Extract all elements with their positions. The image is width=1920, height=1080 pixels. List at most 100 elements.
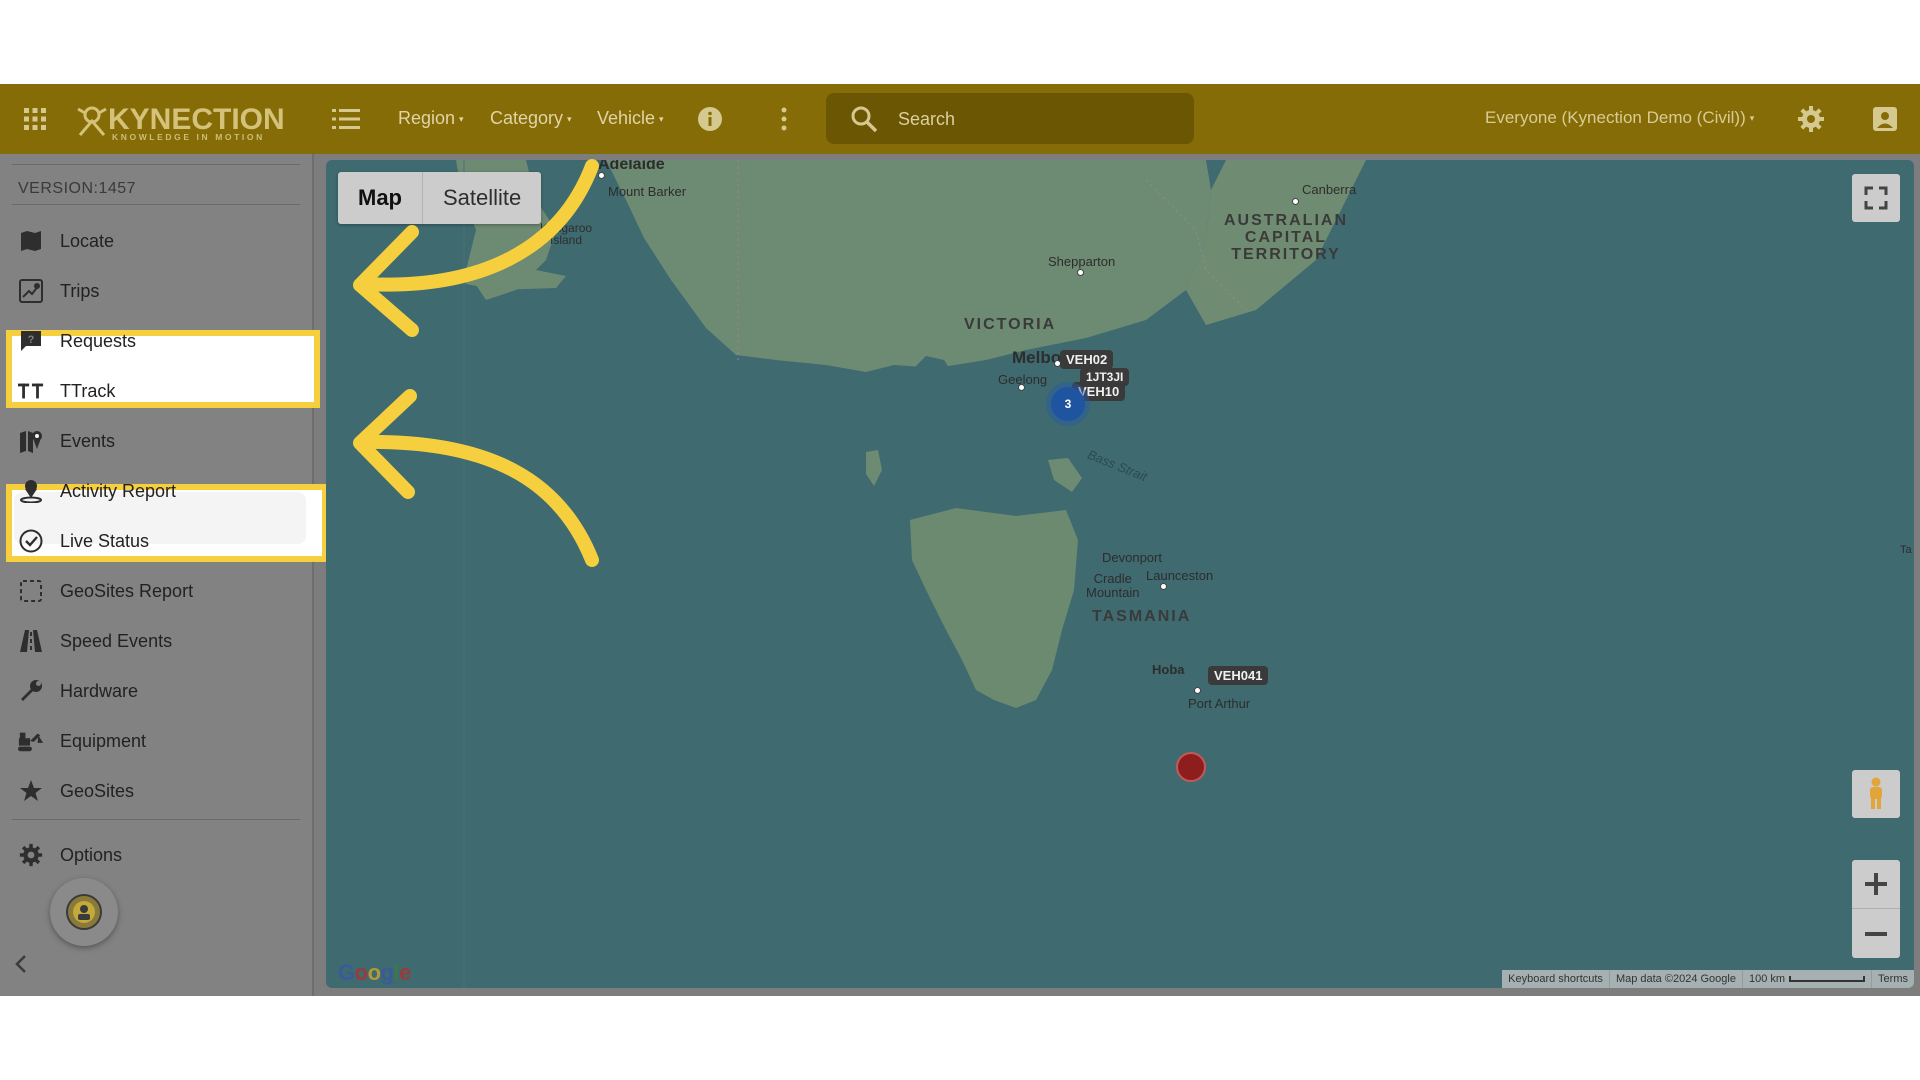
sidebar: VERSION:1457 Locate Trips ? Requests TTr… <box>0 154 328 996</box>
sidebar-item-label: Trips <box>60 280 100 301</box>
zoom-control <box>1852 860 1900 958</box>
group-selector[interactable]: Everyone (Kynection Demo (Civil)) ▾ <box>1485 108 1754 128</box>
sidebar-item-events[interactable]: Events <box>0 416 314 466</box>
scale-label[interactable]: 100 km <box>1741 970 1871 988</box>
place-label: Canberra <box>1302 182 1357 197</box>
sidebar-item-label: Options <box>60 844 123 865</box>
place-label: Shepparton <box>1048 254 1116 269</box>
more-vert-icon[interactable] <box>776 106 792 132</box>
category-dropdown[interactable]: Category ▾ <box>490 108 572 129</box>
street-view-pegman[interactable] <box>1852 770 1900 818</box>
divider <box>12 204 300 205</box>
place-label: AUSTRALIAN CAPITAL TERRITORY <box>1224 212 1348 263</box>
top-bar: KYNECTION KNOWLEDGE IN MOTION Region ▾ Ca… <box>0 84 1920 154</box>
road-icon <box>18 628 44 654</box>
vehicle-dropdown[interactable]: Vehicle ▾ <box>597 108 664 129</box>
sidebar-item-options[interactable]: Options <box>0 830 314 880</box>
map-pin-icon <box>18 428 44 454</box>
terms-link[interactable]: Terms <box>1871 970 1914 988</box>
minus-icon <box>1865 931 1887 936</box>
logo-text: KYNECTION <box>108 103 285 136</box>
person-pin-icon <box>18 478 44 504</box>
ttrack-icon <box>18 378 44 404</box>
excavator-icon <box>18 728 44 754</box>
place-label: Launceston <box>1146 568 1214 583</box>
sidebar-item-speed-events[interactable]: Speed Events <box>0 616 314 666</box>
region-dropdown[interactable]: Region ▾ <box>398 108 464 129</box>
map-attribution: Keyboard shortcuts Map data ©2024 Google… <box>1502 970 1914 988</box>
place-label: Devonport <box>1102 550 1162 565</box>
category-label: Category <box>490 108 564 128</box>
svg-text:?: ? <box>28 334 35 346</box>
sidebar-item-label: GeoSites <box>60 780 135 801</box>
search-input[interactable] <box>898 105 1178 133</box>
sidebar-item-ttrack[interactable]: TTrack <box>0 366 314 416</box>
map-type-control: Map Satellite <box>338 172 542 224</box>
dashed-square-icon <box>18 578 44 604</box>
organization-badge[interactable] <box>50 878 118 946</box>
sidebar-item-label: Live Status <box>60 530 150 551</box>
vehicle-tag[interactable]: VEH02 <box>1060 350 1114 369</box>
place-label: Ta <box>1900 544 1912 556</box>
map-type-map-button[interactable]: Map <box>338 172 423 224</box>
chevron-left-icon[interactable] <box>14 954 34 978</box>
google-logo[interactable]: Google <box>338 960 411 986</box>
search-box[interactable] <box>826 93 1194 144</box>
vehicle-label: Vehicle <box>597 108 656 128</box>
org-logo-icon <box>66 894 102 930</box>
sidebar-item-locate[interactable]: Locate <box>0 216 314 266</box>
star-icon <box>18 778 44 804</box>
keyboard-shortcuts-link[interactable]: Keyboard shortcuts <box>1502 970 1609 988</box>
divider <box>12 819 300 820</box>
sidebar-item-geosites-report[interactable]: GeoSites Report <box>0 566 314 616</box>
place-label: Kangaroo Island <box>540 221 593 247</box>
sidebar-item-label: Activity Report <box>60 480 177 501</box>
city-dot <box>1018 384 1025 391</box>
place-label: Port Arthur <box>1188 696 1251 711</box>
vehicle-tag[interactable]: VEH041 <box>1208 666 1269 685</box>
fullscreen-icon <box>1864 186 1888 210</box>
sidebar-item-trips[interactable]: Trips <box>0 266 314 316</box>
list-icon[interactable] <box>332 106 360 132</box>
account-icon[interactable] <box>1872 106 1898 132</box>
caret-down-icon: ▾ <box>459 114 464 124</box>
sidebar-item-activity-report[interactable]: Activity Report <box>0 466 314 516</box>
sidebar-item-label: Speed Events <box>60 630 173 651</box>
place-label: Cradle Mountain <box>1086 571 1140 600</box>
gear-icon[interactable] <box>1797 105 1825 133</box>
map-type-satellite-button[interactable]: Satellite <box>423 172 541 224</box>
city-dot <box>1160 583 1167 590</box>
region-label: Region <box>398 108 456 128</box>
scale-bar <box>1789 976 1866 982</box>
sidebar-item-label: Requests <box>60 330 137 351</box>
zoom-in-button[interactable] <box>1852 860 1900 909</box>
sidebar-item-live-status[interactable]: Live Status <box>0 516 314 566</box>
app-window: KYNECTION KNOWLEDGE IN MOTION Region ▾ Ca… <box>0 84 1920 996</box>
kynection-logo[interactable]: KYNECTION KNOWLEDGE IN MOTION <box>76 102 285 142</box>
map-book-icon <box>18 228 44 254</box>
gear-icon <box>18 842 44 868</box>
apps-grid-icon[interactable] <box>22 106 48 132</box>
wrench-icon <box>18 678 44 704</box>
place-label: TASMANIA <box>1092 608 1192 625</box>
search-icon <box>850 105 878 133</box>
version-label: VERSION:1457 <box>18 180 137 197</box>
sidebar-item-label: Events <box>60 430 116 451</box>
place-label: Mount Barker <box>608 184 687 199</box>
logo-mark-icon <box>77 106 107 136</box>
city-dot <box>1194 687 1201 694</box>
fullscreen-button[interactable] <box>1852 174 1900 222</box>
zoom-out-button[interactable] <box>1852 909 1900 958</box>
pegman-icon <box>1870 777 1882 809</box>
vehicle-marker[interactable] <box>1176 752 1206 782</box>
info-icon[interactable] <box>697 106 723 132</box>
place-label: Adelaide <box>598 160 665 173</box>
map-view[interactable]: Adelaide Mount Barker Kangaroo Island Ca… <box>326 160 1914 988</box>
vehicle-cluster-marker[interactable]: 3 <box>1051 387 1085 421</box>
divider <box>12 164 300 165</box>
city-dot <box>598 172 605 179</box>
sidebar-item-requests[interactable]: ? Requests <box>0 316 314 366</box>
sidebar-item-hardware[interactable]: Hardware <box>0 666 314 716</box>
sidebar-item-equipment[interactable]: Equipment <box>0 716 314 766</box>
sidebar-item-geosites[interactable]: GeoSites <box>0 766 314 816</box>
